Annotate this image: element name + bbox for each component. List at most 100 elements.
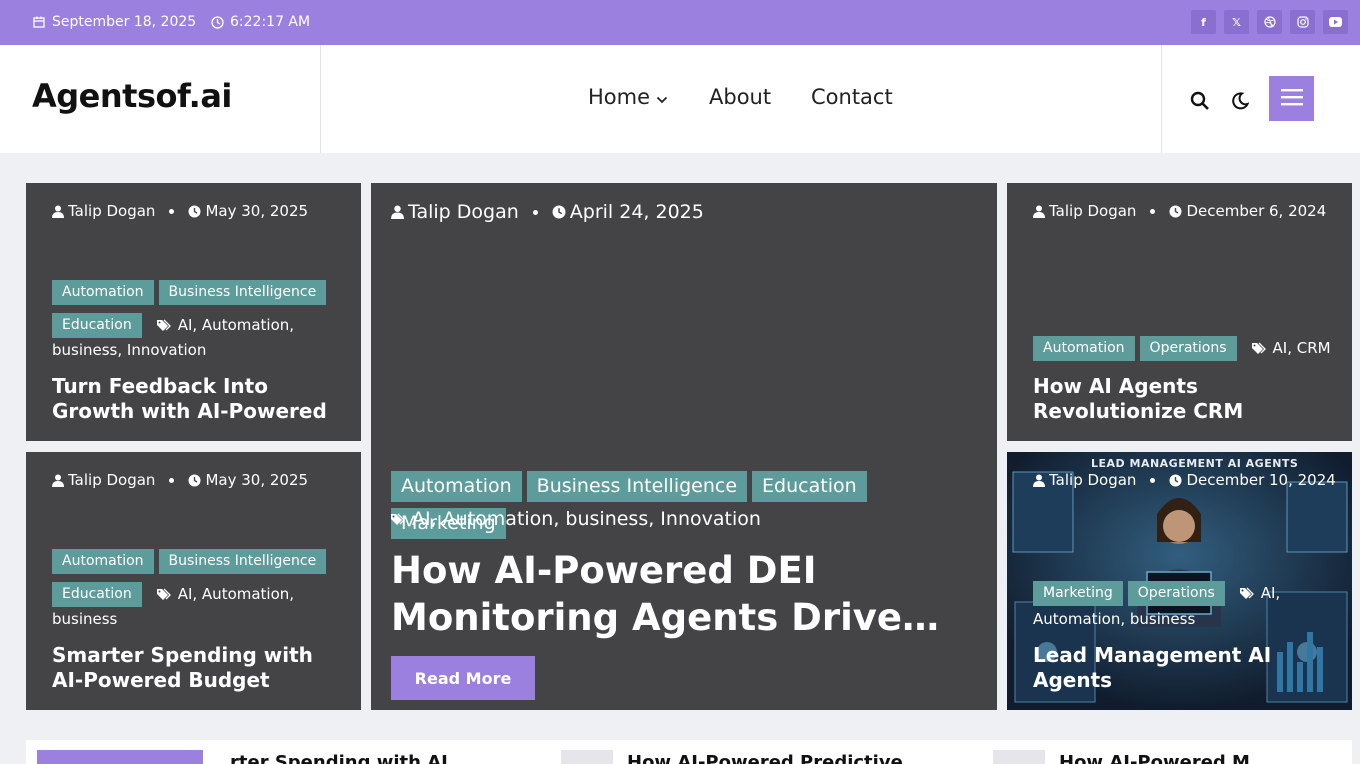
tags-text[interactable]: AI, Automation, [178,580,294,608]
menu-button[interactable] [1269,76,1314,121]
dribbble-icon[interactable] [1257,10,1282,34]
post-author[interactable]: Talip Dogan [1049,471,1136,489]
post-author[interactable]: Talip Dogan [68,202,155,220]
post-tags: AI, Automation, [147,580,294,608]
post-date[interactable]: May 30, 2025 [205,471,308,489]
tags-text[interactable]: AI, [1261,579,1280,607]
ticker-item[interactable]: How AI-Powered Predictive [627,752,957,764]
date-text: September 18, 2025 [52,14,197,30]
clock-icon [210,15,224,29]
post-card[interactable]: LEAD MANAGEMENT AI AGENTS Talip Dogan De… [1007,452,1352,710]
tags-icon [1239,587,1255,600]
top-bar: September 18, 2025 6:22:17 AM f 𝕏 [0,0,1360,45]
post-title[interactable]: Smarter Spending with AI-Powered Budget … [52,643,347,695]
calendar-icon [32,15,46,29]
ticker-item[interactable]: How AI-Powered M [1059,752,1349,764]
post-date[interactable]: December 10, 2024 [1186,471,1335,489]
tags-icon [156,319,172,332]
post-card[interactable]: Talip Dogan May 30, 2025 Automation Busi… [26,183,361,441]
chevron-down-icon [656,85,668,109]
tags-continued[interactable]: business [52,605,117,633]
tags-text[interactable]: AI, Automation, business, Innovation [412,505,761,533]
category-badge[interactable]: Operations [1139,335,1237,361]
post-tags: AI, Automation, business, Innovation [391,505,761,533]
social-links: f 𝕏 [1191,10,1348,34]
post-title[interactable]: Turn Feedback Into Growth with AI-Powere… [52,374,347,426]
category-badge[interactable]: Automation [52,549,154,574]
post-meta: Talip Dogan December 6, 2024 [1033,202,1326,220]
dark-mode-icon[interactable] [1228,89,1252,113]
header-divider [320,45,321,153]
category-badge[interactable]: Automation [52,280,154,305]
instagram-icon[interactable] [1290,10,1315,34]
post-date[interactable]: May 30, 2025 [205,202,308,220]
post-categories: Automation Business Intelligence Educati… [52,549,352,608]
post-title[interactable]: Lead Management AI Agents [1033,643,1313,695]
post-categories: Automation Operations AI, CRM [1033,334,1348,362]
time-text: 6:22:17 AM [230,14,311,30]
tags-text[interactable]: AI, Automation, [178,311,294,339]
post-meta: Talip Dogan May 30, 2025 [52,471,308,489]
site-header: Agentsof.ai Home About Contact [0,45,1360,153]
tags-text[interactable]: AI, CRM [1273,334,1331,362]
ticker-thumbnail[interactable] [993,750,1045,764]
featured-post-card[interactable]: Talip Dogan April 24, 2025 Automation Bu… [371,183,997,710]
user-icon [391,205,404,219]
header-divider [1161,45,1162,153]
category-badge[interactable]: Automation [1033,335,1135,361]
x-icon[interactable]: 𝕏 [1224,10,1249,34]
category-badge[interactable]: Business Intelligence [526,471,748,502]
post-author[interactable]: Talip Dogan [1049,202,1136,220]
site-logo[interactable]: Agentsof.ai [32,77,232,115]
facebook-icon[interactable]: f [1191,10,1216,34]
post-meta: Talip Dogan May 30, 2025 [52,202,308,220]
tags-continued[interactable]: Automation, business [1033,605,1195,633]
nav-home[interactable]: Home [588,85,668,109]
category-badge[interactable]: Business Intelligence [158,280,327,305]
post-categories: Automation Business Intelligence Educati… [52,280,352,339]
tags-icon [1251,342,1267,355]
post-card[interactable]: Talip Dogan May 30, 2025 Automation Busi… [26,452,361,710]
clock-icon [188,474,201,487]
post-ticker: rter Spending with AI How AI-Powered Pre… [26,740,1352,764]
tags-continued[interactable]: business, Innovation [52,336,206,364]
post-title[interactable]: How AI-Powered DEI Monitoring Agents Dri… [391,547,981,643]
clock-icon [1169,205,1182,218]
post-meta: Talip Dogan April 24, 2025 [391,201,704,223]
clock-icon [188,205,201,218]
current-time: 6:22:17 AM [210,14,310,30]
hamburger-icon [1280,88,1303,110]
youtube-icon[interactable] [1323,10,1348,34]
read-more-button[interactable]: Read More [391,656,535,700]
category-badge[interactable]: Automation [391,471,522,502]
post-date[interactable]: April 24, 2025 [570,201,704,223]
post-tags: AI, [1230,579,1280,607]
ticker-thumbnail[interactable] [561,750,613,764]
user-icon [1033,205,1045,218]
post-title[interactable]: How AI Agents Revolutionize CRM [1033,374,1343,426]
nav-home-label: Home [588,85,651,109]
image-caption: LEAD MANAGEMENT AI AGENTS [1091,457,1299,470]
post-tags: AI, Automation, [147,311,294,339]
clock-icon [1169,474,1182,487]
post-author[interactable]: Talip Dogan [408,201,519,223]
category-badge[interactable]: Operations [1127,580,1225,606]
nav-contact[interactable]: Contact [811,85,893,109]
search-icon[interactable] [1188,89,1212,113]
post-card[interactable]: Talip Dogan December 6, 2024 Automation … [1007,183,1352,441]
category-badge[interactable]: Education [52,312,142,338]
clock-icon [552,205,566,219]
user-icon [52,474,64,487]
category-badge[interactable]: Education [52,581,142,607]
category-badge[interactable]: Education [752,471,867,502]
category-badge[interactable]: Business Intelligence [158,549,327,574]
post-author[interactable]: Talip Dogan [68,471,155,489]
ticker-item[interactable]: rter Spending with AI [230,752,490,764]
ticker-thumbnail[interactable] [37,750,203,764]
user-icon [52,205,64,218]
nav-about[interactable]: About [709,85,771,109]
tags-icon [156,588,172,601]
category-badge[interactable]: Marketing [1033,580,1123,606]
post-categories: Marketing Operations AI, [1033,579,1348,607]
post-date[interactable]: December 6, 2024 [1186,202,1326,220]
